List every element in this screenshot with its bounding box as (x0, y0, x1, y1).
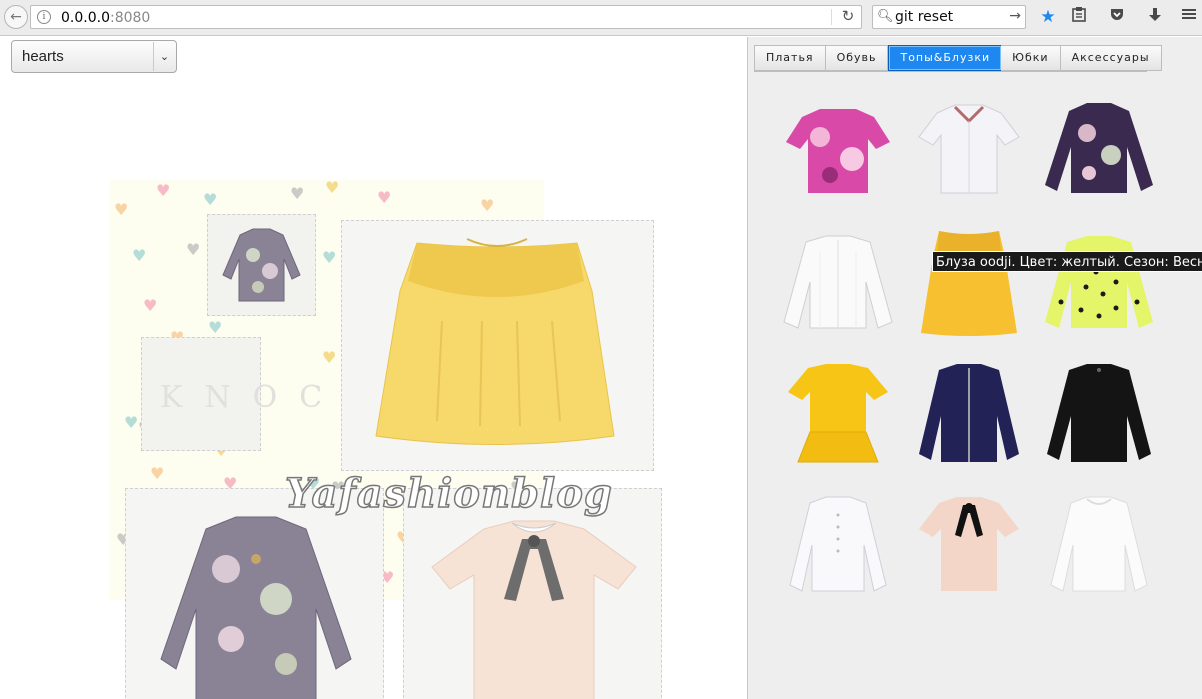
heart-icon: ♥ (203, 190, 218, 209)
product-thumb-pink-floral-top[interactable] (780, 97, 896, 197)
download-icon[interactable] (1144, 6, 1166, 28)
product-thumb-yellow-blouse[interactable] (911, 227, 1027, 336)
blog-logo: Yafashionblog (284, 469, 613, 518)
back-arrow-icon[interactable]: ← (4, 5, 28, 29)
star-icon[interactable]: ★ (1037, 6, 1059, 28)
pocket-icon[interactable] (1106, 6, 1128, 28)
url-port: :8080 (109, 10, 151, 26)
search-icon: 🔍︎ (877, 9, 894, 24)
heart-icon: ♥ (124, 413, 139, 432)
url-divider (831, 9, 832, 25)
tab-tops-blouses[interactable]: Топы&Блузки (888, 45, 1003, 71)
heart-icon: ♥ (325, 178, 340, 197)
url-bar[interactable]: i 0.0.0.0:8080 ↻ (30, 5, 862, 29)
collage-item-yellow-blouse[interactable] (341, 220, 654, 471)
product-thumb-navy-zip-blouse[interactable] (911, 362, 1027, 462)
category-tabs: Платья Обувь Топы&Блузки Юбки Аксессуары (754, 45, 1162, 71)
product-thumb-white-striped-shirt[interactable] (780, 232, 896, 332)
collage-item-peach-blouse[interactable] (403, 488, 662, 699)
heart-icon: ♥ (114, 200, 129, 219)
theme-select[interactable]: hearts ⌄ (11, 40, 177, 73)
product-thumb-white-lace-blouse[interactable] (1041, 495, 1157, 595)
heart-icon: ♥ (156, 181, 171, 200)
product-thumb-peach-bow-blouse[interactable] (911, 495, 1027, 595)
clipboard-icon[interactable] (1068, 6, 1090, 28)
heart-icon: ♥ (322, 248, 337, 267)
heart-icon: ♥ (132, 246, 147, 265)
chevron-down-icon[interactable]: ⌄ (153, 42, 175, 71)
product-thumb-yellow-peplum-top[interactable] (780, 362, 896, 463)
theme-select-value: hearts (22, 48, 64, 65)
tabs-underline (754, 71, 1147, 72)
product-thumb-white-button-shirt[interactable] (780, 495, 896, 595)
heart-icon: ♥ (480, 196, 495, 215)
search-bar[interactable]: 🔍︎ git reset → (872, 5, 1026, 29)
url-text[interactable]: 0.0.0.0:8080 (61, 10, 150, 26)
heart-icon: ♥ (322, 348, 337, 367)
heart-icon: ♥ (208, 318, 223, 337)
browser-toolbar: ← i 0.0.0.0:8080 ↻ 🔍︎ git reset → ★ (0, 0, 1202, 36)
search-go-arrow-icon[interactable]: → (1009, 8, 1021, 24)
collage-canvas[interactable]: ♥♥♥♥♥♥♥♥♥♥♥♥♥♥♥♥♥♥♥♥♥♥♥♥♥♥♥♥♥♥♥♥♥♥♥♥♥♥♥♥… (0, 75, 747, 699)
heart-icon: ♥ (150, 464, 165, 483)
product-panel: Платья Обувь Топы&Блузки Юбки Аксессуары (747, 37, 1202, 699)
search-input[interactable]: git reset (895, 9, 953, 25)
url-host: 0.0.0.0 (61, 10, 110, 26)
product-thumb-black-blouse[interactable] (1041, 362, 1157, 462)
product-thumb-navy-floral-blouse[interactable] (1041, 97, 1157, 197)
tab-shoes[interactable]: Обувь (825, 45, 889, 71)
product-thumb-white-collar-blouse[interactable] (911, 97, 1027, 197)
reload-icon[interactable]: ↻ (837, 7, 859, 27)
tab-dresses[interactable]: Платья (754, 45, 826, 71)
heart-icon: ♥ (143, 296, 158, 315)
info-icon[interactable]: i (37, 10, 51, 24)
product-thumb-polka-dot-blouse[interactable] (1041, 232, 1157, 332)
collage-item-floral-blouse-small[interactable] (207, 214, 316, 316)
heart-icon: ♥ (186, 240, 201, 259)
hamburger-menu-icon[interactable] (1178, 6, 1200, 28)
collage-item-floral-blouse-large[interactable] (125, 488, 384, 699)
heart-icon: ♥ (290, 184, 305, 203)
heart-icon: ♥ (377, 188, 392, 207)
tab-accessories[interactable]: Аксессуары (1060, 45, 1162, 71)
tab-skirts[interactable]: Юбки (1001, 45, 1061, 71)
product-tooltip: Блуза oodji. Цвет: желтый. Сезон: Весна (932, 251, 1202, 272)
